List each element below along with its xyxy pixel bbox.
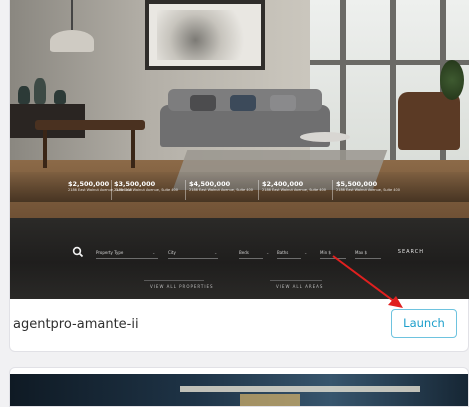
property-card: $2,400,000 2186 East Walnut Avenue, Suit… xyxy=(262,180,326,192)
search-field-beds: Beds xyxy=(239,250,263,259)
view-all-areas-link: VIEW ALL AREAS xyxy=(270,280,323,289)
property-card: $5,500,000 2186 East Walnut Avenue, Suit… xyxy=(336,180,400,192)
search-icon xyxy=(72,246,84,258)
chevron-down-icon: ⌄ xyxy=(214,250,218,255)
search-field-city: City xyxy=(168,250,218,259)
search-field-baths: Baths xyxy=(277,250,301,259)
preview-armchair xyxy=(398,92,460,150)
search-field-property-type: Property Type xyxy=(96,250,158,259)
property-card: $4,500,000 2186 East Walnut Avenue, Suit… xyxy=(189,180,253,192)
preview-sofa xyxy=(160,89,330,147)
app-card xyxy=(9,367,469,407)
app-preview-screenshot[interactable]: $2,500,000 2186 East Walnut Avenue, Suit… xyxy=(10,0,469,299)
preview-coffee-table xyxy=(300,132,350,142)
chevron-down-icon: ⌄ xyxy=(152,250,156,255)
search-field-min-price: Min $ xyxy=(320,250,346,259)
preview-plant xyxy=(440,60,464,100)
preview-search-button: SEARCH xyxy=(397,249,424,255)
chevron-down-icon: ⌄ xyxy=(266,250,270,255)
view-all-properties-link: VIEW ALL PROPERTIES xyxy=(144,280,214,289)
app-preview-screenshot[interactable] xyxy=(10,374,468,406)
preview-search-bar: Property Type ⌄ City ⌄ Beds ⌄ Baths ⌄ Mi… xyxy=(72,246,424,260)
preview-dining-table xyxy=(35,120,145,168)
app-card: $2,500,000 2186 East Walnut Avenue, Suit… xyxy=(9,0,469,352)
preview-pendant-lamp xyxy=(50,30,94,52)
chevron-down-icon: ⌄ xyxy=(304,250,308,255)
preview-search-band: Property Type ⌄ City ⌄ Beds ⌄ Baths ⌄ Mi… xyxy=(10,218,469,299)
launch-button[interactable]: Launch xyxy=(391,309,457,338)
app-name-label: agentpro-amante-ii xyxy=(13,317,139,332)
property-card: $3,500,000 2186 East Walnut Avenue, Suit… xyxy=(114,180,178,192)
preview-wall-art xyxy=(145,0,265,70)
search-field-max-price: Max $ xyxy=(355,250,381,259)
